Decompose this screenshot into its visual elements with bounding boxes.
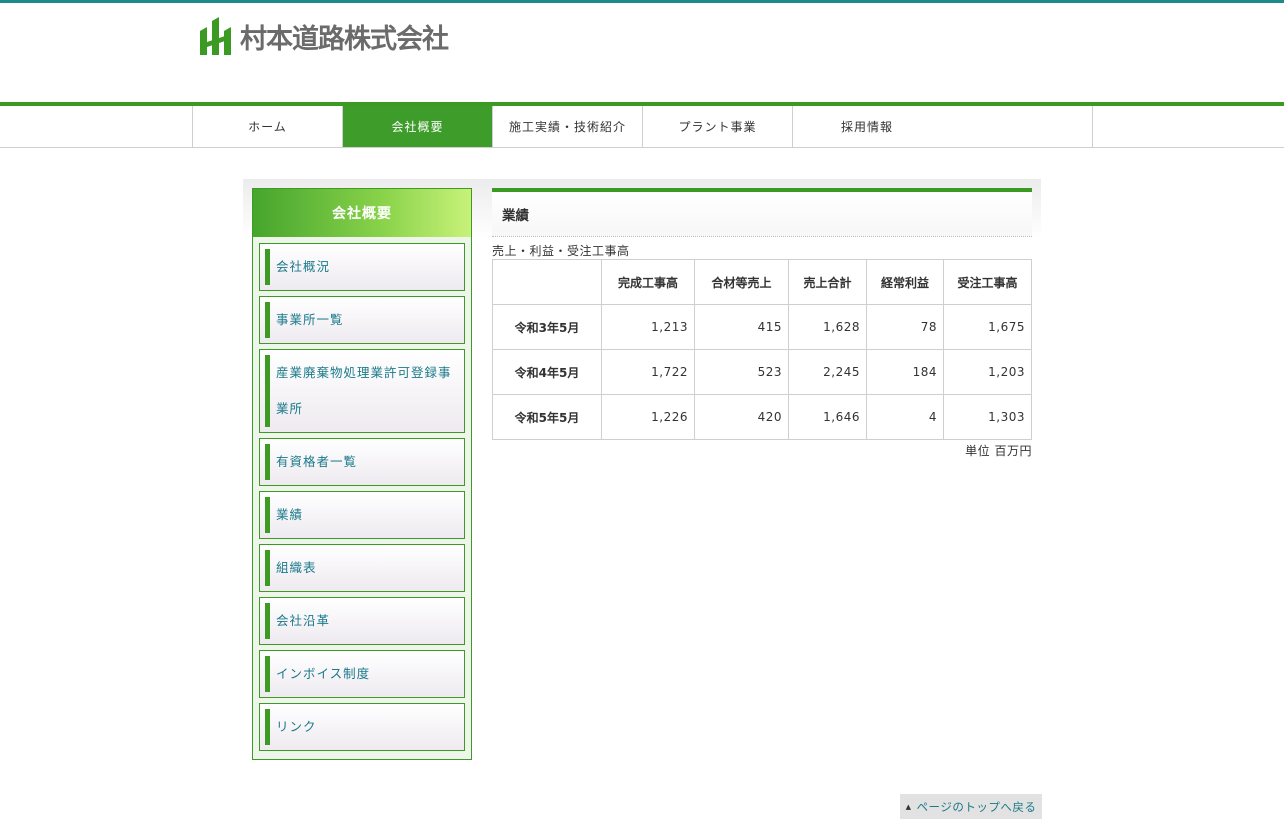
logo-mark-icon: [200, 17, 231, 55]
table-header-cell: 売上合計: [788, 259, 867, 305]
sidebar-item-label: リンク: [276, 719, 317, 734]
main-content: 業績 売上・利益・受注工事高 完成工事高 合材等売上 売上合計 経常利益 受注工…: [492, 188, 1032, 459]
table-cell: 1,628: [788, 304, 867, 350]
sidebar-item-label: 会社沿革: [276, 613, 331, 628]
table-header-cell: 完成工事高: [601, 259, 695, 305]
table-cell: 1,646: [788, 394, 867, 440]
table-cell: 1,213: [601, 304, 695, 350]
sidebar-item-label: 業績: [276, 507, 304, 522]
table-row: 令和3年5月 1,213 415 1,628 78 1,675: [492, 304, 1032, 350]
sidebar-item-marker: [265, 709, 270, 745]
sidebar-item-marker: [265, 550, 270, 586]
table-cell: 184: [866, 349, 944, 395]
sidebar-item-label: 組織表: [276, 560, 317, 575]
sidebar-item-marker: [265, 497, 270, 533]
sidebar-item-marker: [265, 444, 270, 480]
sidebar: 会社概要 会社概況 事業所一覧 産業廃棄物処理業許可登録事業所 有資格者一覧 業…: [252, 188, 472, 760]
page-top-button[interactable]: ▲ ページのトップへ戻る: [900, 794, 1042, 819]
sidebar-item-qualified[interactable]: 有資格者一覧: [259, 438, 465, 486]
sidebar-item-marker: [265, 656, 270, 692]
sidebar-item-label: 有資格者一覧: [276, 454, 358, 469]
top-accent-line: [0, 0, 1284, 3]
sidebar-item-waste-license[interactable]: 産業廃棄物処理業許可登録事業所: [259, 349, 465, 433]
table-cell: 4: [866, 394, 944, 440]
unit-note: 単位 百万円: [965, 444, 1032, 458]
company-logo[interactable]: 村本道路株式会社: [198, 16, 449, 56]
sidebar-item-overview[interactable]: 会社概況: [259, 243, 465, 291]
sidebar-menu: 会社概況 事業所一覧 産業廃棄物処理業許可登録事業所 有資格者一覧 業績 組織表…: [253, 237, 471, 751]
sidebar-item-marker: [265, 249, 270, 285]
nav-item-recruit[interactable]: 採用情報: [793, 106, 1093, 147]
triangle-up-icon: ▲: [905, 802, 912, 811]
sidebar-item-label: インボイス制度: [276, 666, 371, 681]
table-cell: 1,226: [601, 394, 695, 440]
page-top-label: ページのトップへ戻る: [916, 799, 1037, 814]
global-nav: ホーム 会社概要 施工実績・技術紹介 プラント事業 採用情報: [192, 106, 1093, 147]
table-header-cell: 経常利益: [866, 259, 944, 305]
company-name: 村本道路株式会社: [240, 23, 449, 55]
nav-item-company[interactable]: 会社概要: [343, 106, 493, 147]
page-title: 業績: [492, 188, 1032, 237]
table-cell: 1,675: [943, 304, 1032, 350]
sidebar-item-marker: [265, 302, 270, 338]
sidebar-item-invoice[interactable]: インボイス制度: [259, 650, 465, 698]
table-header-row: 完成工事高 合材等売上 売上合計 経常利益 受注工事高: [492, 259, 1032, 305]
nav-item-works[interactable]: 施工実績・技術紹介: [493, 106, 643, 147]
table-row-header: 令和5年5月: [492, 394, 602, 440]
sidebar-item-performance[interactable]: 業績: [259, 491, 465, 539]
nav-item-home[interactable]: ホーム: [193, 106, 343, 147]
sidebar-item-marker: [265, 355, 270, 427]
nav-item-recruit-label: 採用情報: [841, 120, 894, 134]
table-row-header: 令和4年5月: [492, 349, 602, 395]
sidebar-item-offices[interactable]: 事業所一覧: [259, 296, 465, 344]
table-row: 令和4年5月 1,722 523 2,245 184 1,203: [492, 349, 1032, 395]
nav-bottom-border: [0, 147, 1284, 148]
table-cell: 1,722: [601, 349, 695, 395]
table-header-cell: 合材等売上: [694, 259, 789, 305]
table-cell: 420: [694, 394, 789, 440]
sidebar-item-marker: [265, 603, 270, 639]
sidebar-item-label: 事業所一覧: [276, 312, 344, 327]
sidebar-item-label: 産業廃棄物処理業許可登録事業所: [276, 365, 452, 416]
table-cell: 415: [694, 304, 789, 350]
table-cell: 2,245: [788, 349, 867, 395]
table-caption: 売上・利益・受注工事高: [492, 244, 630, 258]
nav-item-plant[interactable]: プラント事業: [643, 106, 793, 147]
table-cell: 1,203: [943, 349, 1032, 395]
sidebar-title: 会社概要: [253, 189, 471, 237]
table-cell: 78: [866, 304, 944, 350]
table-header-cell: 受注工事高: [943, 259, 1032, 305]
sidebar-item-label: 会社概況: [276, 259, 331, 274]
table-cell: 1,303: [943, 394, 1032, 440]
table-header-cell: [492, 259, 602, 305]
table-row-header: 令和3年5月: [492, 304, 602, 350]
performance-table: 完成工事高 合材等売上 売上合計 経常利益 受注工事高 令和3年5月 1,213…: [492, 259, 1032, 440]
table-row: 令和5年5月 1,226 420 1,646 4 1,303: [492, 394, 1032, 440]
sidebar-item-links[interactable]: リンク: [259, 703, 465, 751]
sidebar-item-organization[interactable]: 組織表: [259, 544, 465, 592]
sidebar-item-history[interactable]: 会社沿革: [259, 597, 465, 645]
table-cell: 523: [694, 349, 789, 395]
